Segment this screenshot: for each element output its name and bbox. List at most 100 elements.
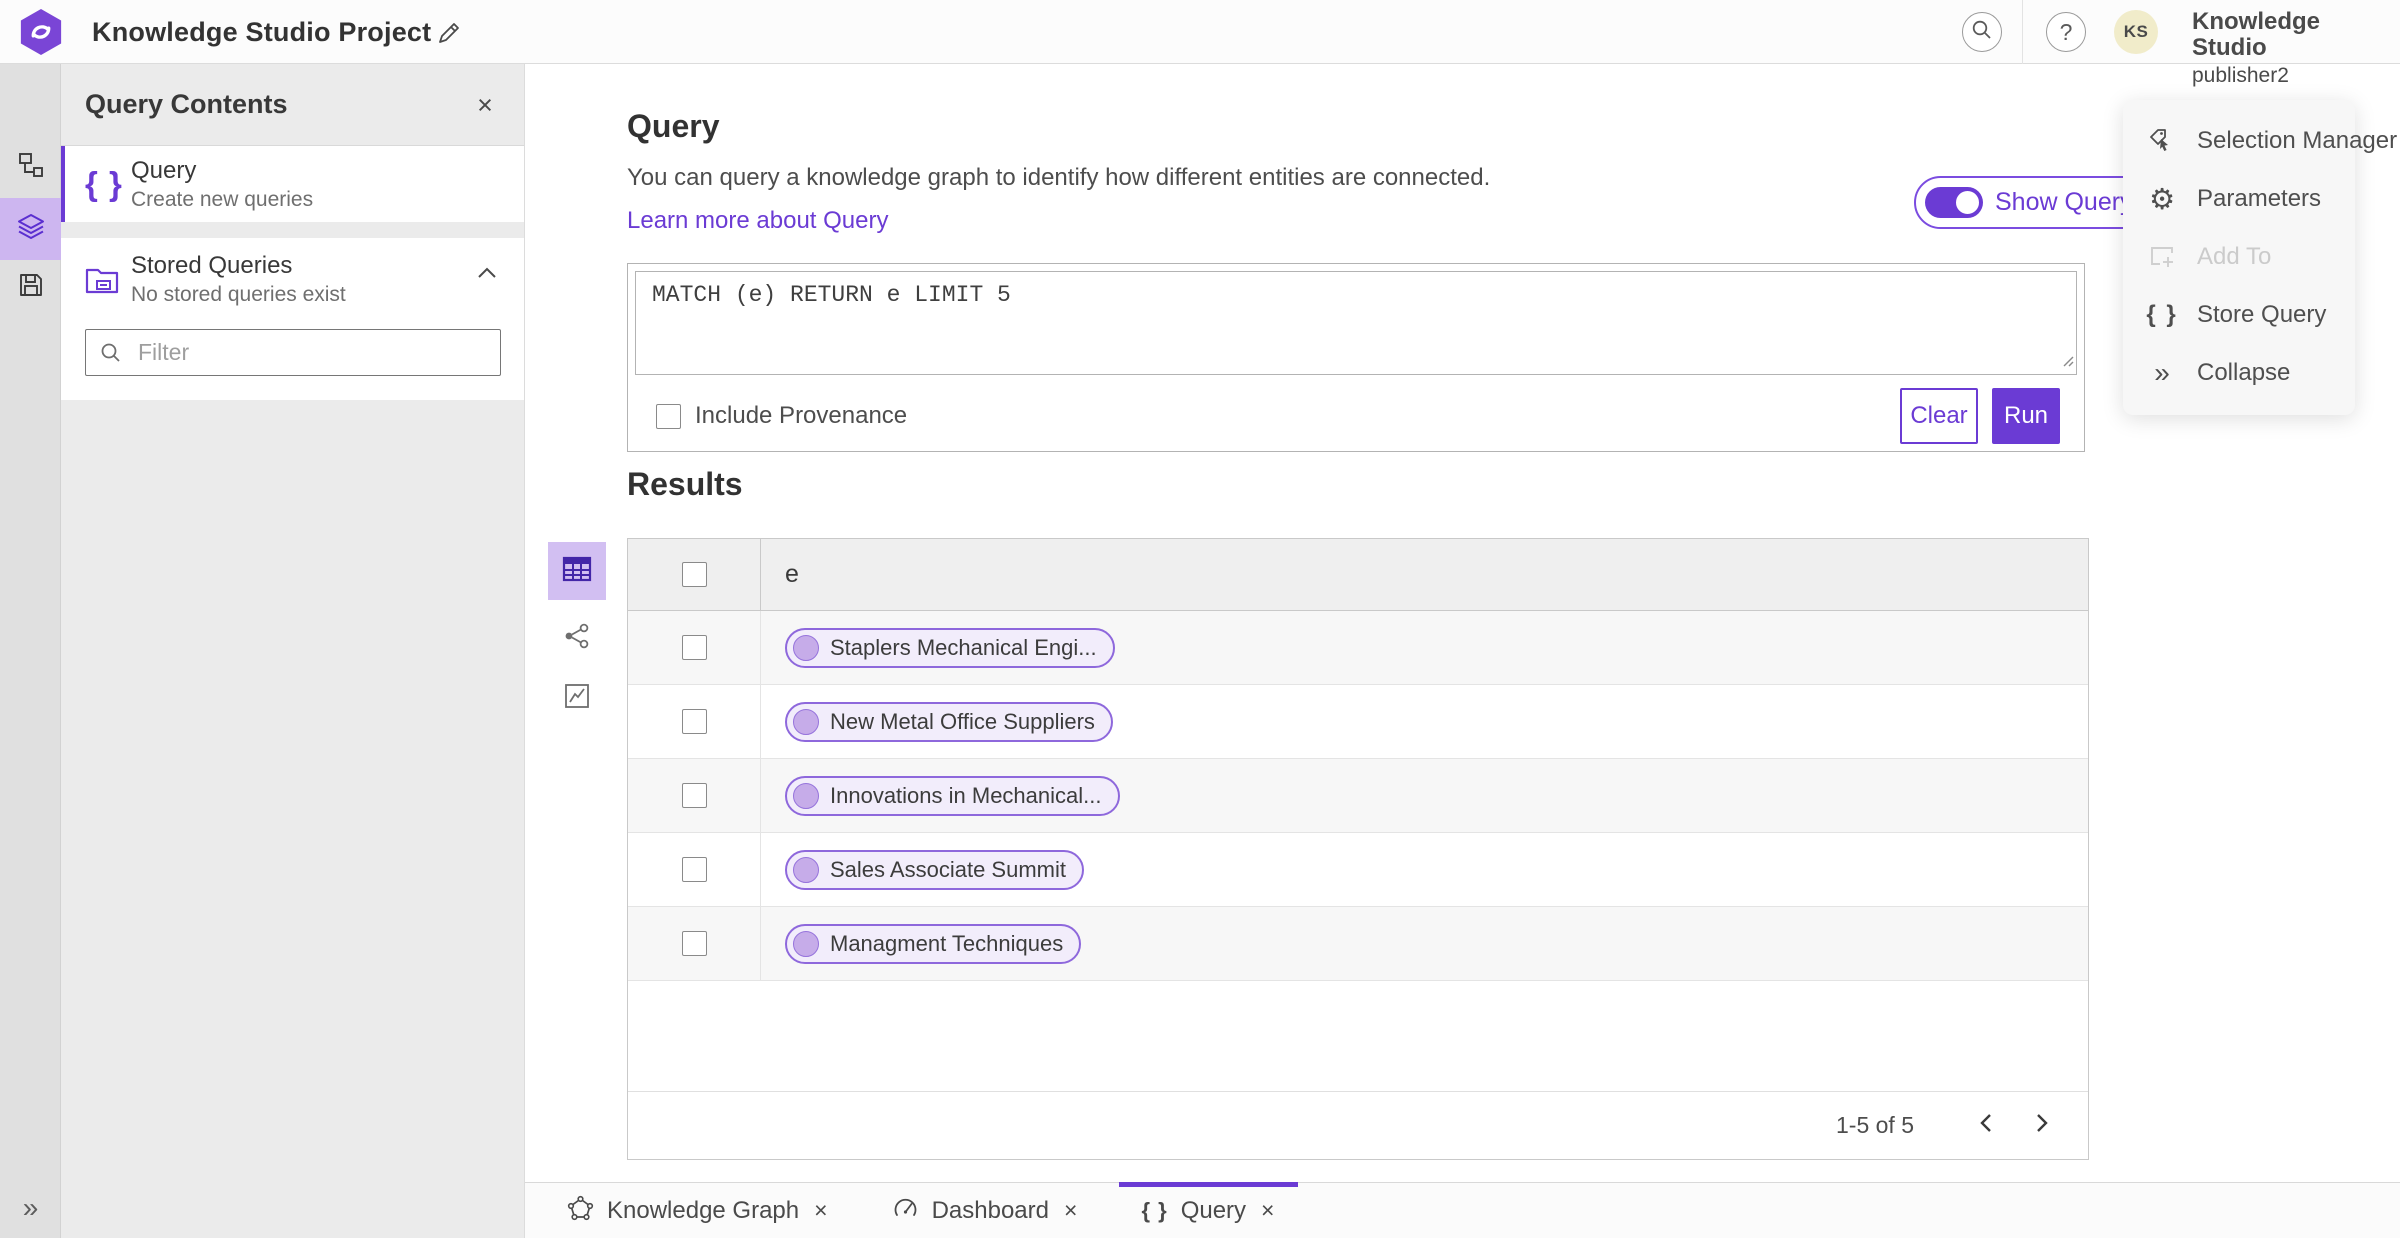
close-panel-button[interactable]: × [468,88,502,122]
entity-label: Innovations in Mechanical... [830,782,1102,808]
tab-label: Knowledge Graph [607,1196,800,1224]
panel-gap [61,222,524,238]
tab-label: Dashboard [931,1196,1049,1224]
results-view-switcher [548,542,609,720]
chart-view-button[interactable] [548,676,606,720]
close-tab-icon[interactable]: × [1062,1197,1079,1224]
sidebar-item-save[interactable] [0,256,61,318]
braces-icon: { } [1141,1197,1168,1223]
help-button[interactable]: ? [2046,12,2086,52]
filter-search-icon [99,341,123,370]
query-item-subtitle: Create new queries [131,187,314,211]
contents-item-query[interactable]: { } Query Create new queries [61,146,524,222]
contents-title: Query Contents [85,89,288,119]
show-query-toggle[interactable]: Show Query [1914,176,2155,229]
row-checkbox[interactable] [681,931,707,956]
next-page-button[interactable] [2018,1102,2066,1150]
row-checkbox[interactable] [681,857,707,882]
collapse-panel-button[interactable]: » Collapse [2123,344,2355,402]
pagination-range: 1-5 of 5 [1836,1112,1914,1138]
filter-field-wrap [85,329,501,376]
learn-more-link[interactable]: Learn more about Query [627,207,888,235]
expand-rail-button[interactable]: » [0,1186,61,1230]
app-logo-icon[interactable] [18,8,64,56]
dashboard-gauge-icon [892,1195,919,1227]
entity-pill[interactable]: Sales Associate Summit [785,849,1084,890]
toggle-switch[interactable] [1925,187,1983,218]
results-table: e Staplers Mechanical Engi... New Metal … [627,538,2089,1160]
entity-pill[interactable]: Innovations in Mechanical... [785,775,1120,816]
close-tab-icon[interactable]: × [812,1197,829,1224]
entity-label: New Metal Office Suppliers [830,708,1095,734]
entity-pill[interactable]: Managment Techniques [785,923,1082,964]
user-info[interactable]: Knowledge Studio publisher2 [2192,8,2400,87]
toggle-knob [1954,189,1981,216]
selection-manager-icon [2145,126,2179,156]
entity-dot-icon [793,634,819,661]
layers-icon [16,212,46,247]
filter-input[interactable] [85,329,501,376]
query-editor-card: MATCH (e) RETURN e LIMIT 5 Include Prove… [627,263,2085,452]
table-row: Staplers Mechanical Engi... [628,611,2088,685]
entity-pill[interactable]: Staplers Mechanical Engi... [785,627,1115,668]
top-bar: Knowledge Studio Project ? KS Knowledge … [0,0,2400,87]
topbar-divider [2022,0,2023,64]
entity-dot-icon [793,708,819,735]
query-contents-panel: Query Contents × { } Query Create new qu… [61,64,525,1238]
contents-item-stored-queries[interactable]: Stored Queries No stored queries exist [85,252,500,307]
table-header-row: e [628,539,2088,611]
stored-queries-section: Stored Queries No stored queries exist [61,238,524,400]
tab-query[interactable]: { } Query × [1119,1182,1299,1238]
knowledge-graph-icon [567,1195,594,1227]
hierarchy-icon [17,151,45,184]
edit-title-button[interactable] [432,16,466,50]
tab-knowledge-graph[interactable]: Knowledge Graph × [545,1183,852,1238]
app-name: Knowledge Studio [2192,8,2321,62]
close-icon: × [477,89,493,120]
add-to-button: Add To [2123,228,2355,286]
store-query-button[interactable]: { } Store Query [2123,286,2355,344]
contents-header: Query Contents × [61,64,524,146]
sidebar-item-hierarchy[interactable] [0,136,61,198]
query-editor[interactable]: MATCH (e) RETURN e LIMIT 5 [635,271,2077,375]
entity-dot-icon [793,856,819,883]
row-checkbox[interactable] [681,783,707,808]
chevron-right-icon [2034,1112,2050,1139]
gear-icon: ⚙ [2149,182,2175,216]
close-tab-icon[interactable]: × [1259,1197,1276,1224]
action-label: Parameters [2197,185,2322,212]
action-label: Collapse [2197,359,2291,386]
document-tab-bar: Knowledge Graph × Dashboard × { } Query … [525,1182,2400,1238]
select-all-checkbox[interactable] [681,562,707,587]
include-provenance-checkbox[interactable] [656,403,681,429]
user-avatar[interactable]: KS [2114,10,2158,54]
row-checkbox[interactable] [681,635,707,660]
collapse-section-button[interactable] [476,266,498,285]
table-row: Managment Techniques [628,907,2088,981]
run-button[interactable]: Run [1992,388,2060,444]
selection-manager-button[interactable]: Selection Manager [2123,112,2397,170]
action-label: Add To [2197,243,2272,270]
resize-handle-icon[interactable] [2062,354,2074,372]
tab-label: Query [1180,1196,1247,1224]
tab-dashboard[interactable]: Dashboard × [870,1183,1102,1238]
editor-wrap: MATCH (e) RETURN e LIMIT 5 [628,264,2084,375]
braces-icon: { } [2146,301,2178,328]
column-header-e: e [785,560,799,588]
editor-footer: Include Provenance Clear Run [628,381,2084,451]
user-role: publisher2 [2192,63,2289,87]
prev-page-button[interactable] [1962,1102,2010,1150]
pagination-bar: 1-5 of 5 [628,1091,2088,1159]
table-view-button[interactable] [548,542,606,600]
parameters-button[interactable]: ⚙ Parameters [2123,170,2355,228]
stored-queries-title: Stored Queries [131,252,293,279]
entity-pill[interactable]: New Metal Office Suppliers [785,701,1113,742]
global-search-button[interactable] [1962,12,2002,52]
table-row: New Metal Office Suppliers [628,685,2088,759]
clear-button[interactable]: Clear [1900,388,1978,444]
sidebar-item-layers[interactable] [0,198,61,260]
row-checkbox[interactable] [681,709,707,734]
chevron-up-icon [476,267,498,284]
graph-view-button[interactable] [548,616,606,660]
table-row: Innovations in Mechanical... [628,759,2088,833]
